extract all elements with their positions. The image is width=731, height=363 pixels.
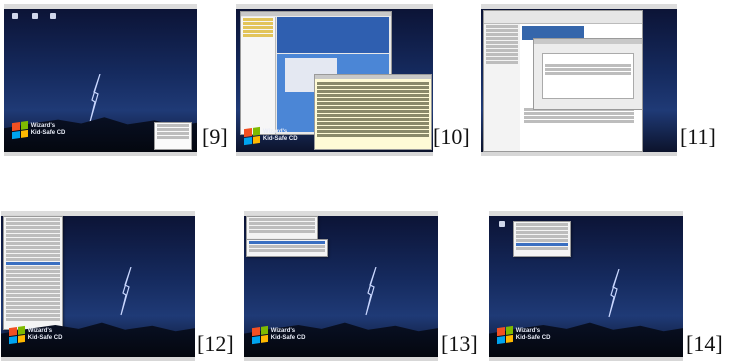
menu-selected-item[interactable] bbox=[516, 243, 568, 246]
brand-line1: Wizard's bbox=[30, 123, 56, 130]
screenshot-thumbnail-12[interactable]: Wizard's Kid-Safe CD bbox=[1, 211, 195, 361]
lightning-bolt bbox=[89, 74, 101, 123]
caption-14: [14] bbox=[686, 331, 723, 356]
brand-line2: Kid-Safe CD bbox=[262, 135, 298, 142]
brand-line1: Wizard's bbox=[515, 328, 541, 335]
windows-flag-icon bbox=[243, 126, 260, 145]
caption-13: [13] bbox=[441, 331, 478, 356]
applications-menu[interactable] bbox=[513, 221, 571, 257]
applications-menu[interactable] bbox=[3, 216, 63, 330]
menu-selected-item[interactable] bbox=[6, 262, 60, 265]
brand-line2: Kid-Safe CD bbox=[30, 129, 66, 136]
screenshot-thumbnail-13[interactable]: Wizard's Kid-Safe CD bbox=[244, 211, 438, 361]
bottom-panel bbox=[4, 152, 197, 156]
top-panel bbox=[481, 4, 677, 9]
bottom-panel bbox=[244, 357, 438, 361]
windows-flag-icon bbox=[496, 325, 513, 345]
caption-10: [10] bbox=[433, 124, 470, 149]
top-panel bbox=[489, 211, 683, 216]
top-panel bbox=[4, 4, 197, 9]
brand-logo: Wizard's Kid-Safe CD bbox=[243, 126, 298, 145]
bottom-panel bbox=[481, 152, 677, 156]
caption-11: [11] bbox=[680, 124, 716, 149]
brand-line2: Kid-Safe CD bbox=[27, 335, 63, 341]
brand-logo: Wizard's Kid-Safe CD bbox=[8, 325, 63, 345]
screenshot-thumbnail-11[interactable] bbox=[481, 4, 677, 156]
bottom-panel bbox=[236, 152, 433, 156]
top-panel bbox=[236, 4, 433, 9]
desktop-icon bbox=[50, 13, 56, 19]
bottom-panel bbox=[1, 357, 195, 361]
brand-logo: Wizard's Kid-Safe CD bbox=[496, 325, 551, 345]
brand-line2: Kid-Safe CD bbox=[515, 335, 551, 341]
windows-flag-icon bbox=[8, 325, 25, 345]
screenshot-thumbnail-14[interactable]: Wizard's Kid-Safe CD bbox=[489, 211, 683, 361]
brand-logo: Wizard's Kid-Safe CD bbox=[11, 120, 66, 139]
applications-menu[interactable] bbox=[246, 216, 318, 240]
brand-logo: Wizard's Kid-Safe CD bbox=[251, 325, 306, 345]
applications-submenu[interactable] bbox=[246, 239, 328, 257]
brand-line2: Kid-Safe CD bbox=[270, 335, 306, 341]
brand-line1: Wizard's bbox=[270, 328, 296, 335]
windows-flag-icon bbox=[251, 325, 268, 345]
lightning-bolt bbox=[608, 269, 620, 318]
lightning-bolt bbox=[120, 267, 132, 316]
lightning-bolt bbox=[365, 267, 377, 316]
desktop-icon bbox=[499, 221, 505, 227]
terminal-window[interactable] bbox=[314, 74, 432, 150]
screenshot-thumbnail-10[interactable]: Wizard's Kid-Safe CD bbox=[236, 4, 433, 156]
bottom-panel bbox=[489, 357, 683, 361]
desktop-icon bbox=[32, 13, 38, 19]
windows-flag-icon bbox=[11, 120, 28, 139]
info-dialog[interactable] bbox=[154, 122, 192, 150]
caption-9: [9] bbox=[202, 124, 228, 149]
menu-selected-item[interactable] bbox=[249, 241, 325, 244]
desktop-icon bbox=[12, 13, 18, 19]
caption-12: [12] bbox=[197, 331, 234, 356]
screenshot-thumbnail-9[interactable]: Wizard's Kid-Safe CD bbox=[4, 4, 197, 156]
brand-line1: Wizard's bbox=[262, 129, 288, 136]
brand-line1: Wizard's bbox=[27, 328, 53, 335]
dialog-window[interactable] bbox=[533, 38, 643, 110]
